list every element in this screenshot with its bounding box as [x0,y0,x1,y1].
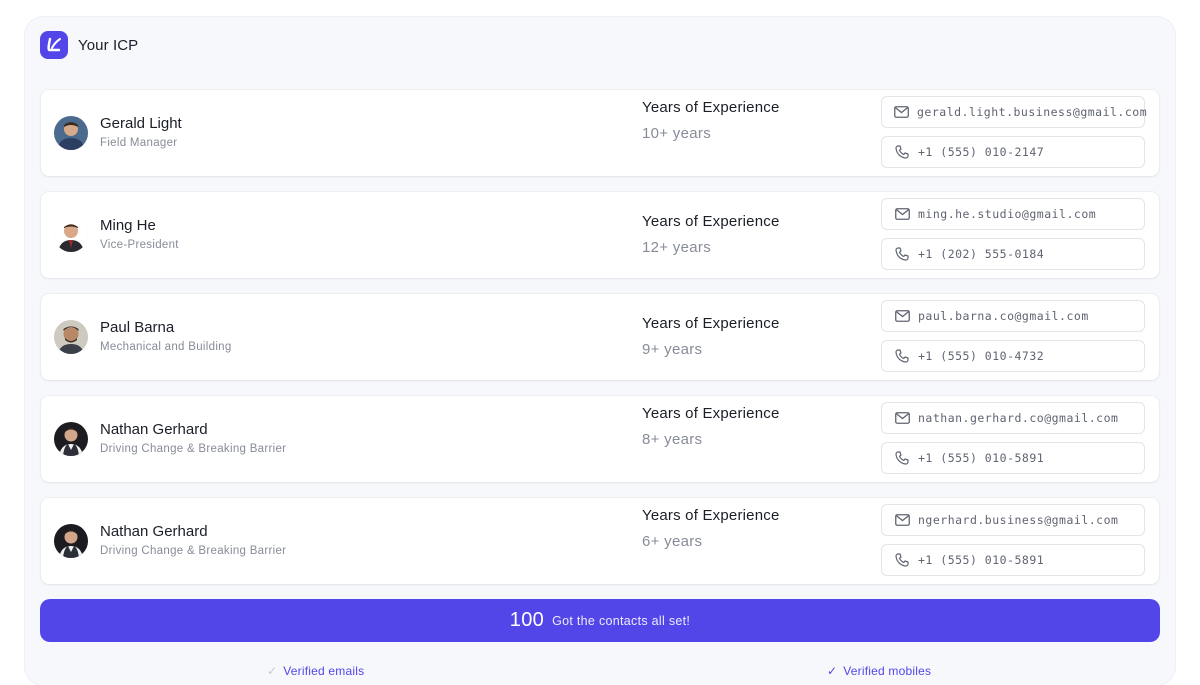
contact-role: Driving Change & Breaking Barrier [100,545,287,557]
phone-text: +1 (555) 010-5891 [918,553,1045,567]
phone-field[interactable]: +1 (555) 010-4732 [881,340,1145,372]
cta-label: Got the contacts all set! [552,613,691,628]
contact-name: Gerald Light [100,115,182,132]
contact-card[interactable]: Ming He Vice-President Years of Experien… [41,192,1159,278]
brand-logo-icon [40,31,68,59]
verified-mobiles-indicator: ✓ Verified mobiles [827,664,931,678]
phone-icon [894,552,910,568]
email-field[interactable]: paul.barna.co@gmail.com [881,300,1145,332]
contact-name: Nathan Gerhard [100,421,208,438]
avatar [54,116,88,150]
phone-field[interactable]: +1 (555) 010-5891 [881,442,1145,474]
experience-value: 12+ years [642,239,711,256]
contact-name: Nathan Gerhard [100,523,208,540]
avatar [54,524,88,558]
phone-icon [894,450,910,466]
phone-text: +1 (555) 010-2147 [918,145,1045,159]
contact-role: Driving Change & Breaking Barrier [100,443,287,455]
contact-card[interactable]: Nathan Gerhard Driving Change & Breaking… [41,396,1159,482]
experience-label: Years of Experience [642,405,780,422]
mail-icon [894,410,910,426]
verified-emails-indicator: ✓ Verified emails [267,664,364,678]
experience-value: 9+ years [642,341,703,358]
icp-panel: Your ICP Gerald Light Field Manager Year… [25,17,1175,685]
experience-label: Years of Experience [642,213,780,230]
email-field[interactable]: ming.he.studio@gmail.com [881,198,1145,230]
experience-value: 8+ years [642,431,703,448]
email-text: nathan.gerhard.co@gmail.com [918,411,1119,425]
email-field[interactable]: nathan.gerhard.co@gmail.com [881,402,1145,434]
avatar [54,422,88,456]
phone-field[interactable]: +1 (555) 010-5891 [881,544,1145,576]
contact-card[interactable]: Nathan Gerhard Driving Change & Breaking… [41,498,1159,584]
contact-name: Paul Barna [100,319,175,336]
mail-icon [894,512,910,528]
experience-label: Years of Experience [642,315,780,332]
experience-label: Years of Experience [642,99,780,116]
phone-icon [894,348,910,364]
experience-label: Years of Experience [642,507,780,524]
avatar [54,218,88,252]
email-field[interactable]: ngerhard.business@gmail.com [881,504,1145,536]
mail-icon [894,104,909,120]
verified-mobiles-label: Verified mobiles [843,664,932,678]
contact-role: Field Manager [100,137,178,149]
panel-header: Your ICP [40,31,138,59]
email-text: paul.barna.co@gmail.com [918,309,1089,323]
phone-field[interactable]: +1 (202) 555-0184 [881,238,1145,270]
mail-icon [894,206,910,222]
contact-card[interactable]: Paul Barna Mechanical and Building Years… [41,294,1159,380]
contact-card[interactable]: Gerald Light Field Manager Years of Expe… [41,90,1159,176]
phone-field[interactable]: +1 (555) 010-2147 [881,136,1145,168]
phone-icon [894,246,910,262]
phone-text: +1 (555) 010-4732 [918,349,1045,363]
email-text: gerald.light.business@gmail.com [917,105,1148,119]
phone-text: +1 (202) 555-0184 [918,247,1045,261]
avatar [54,320,88,354]
check-icon: ✓ [827,664,838,678]
contacts-ready-button[interactable]: 100 Got the contacts all set! [40,599,1160,642]
check-icon: ✓ [267,664,278,678]
contact-role: Vice-President [100,239,179,251]
experience-value: 10+ years [642,125,711,142]
contact-role: Mechanical and Building [100,341,232,353]
panel-title: Your ICP [78,36,139,54]
contact-name: Ming He [100,217,156,234]
phone-text: +1 (555) 010-5891 [918,451,1045,465]
email-field[interactable]: gerald.light.business@gmail.com [881,96,1148,128]
email-text: ngerhard.business@gmail.com [918,513,1119,527]
email-text: ming.he.studio@gmail.com [918,207,1097,221]
verified-emails-label: Verified emails [283,664,365,678]
mail-icon [894,308,910,324]
contact-count: 100 [509,609,545,631]
phone-icon [894,144,910,160]
experience-value: 6+ years [642,533,703,550]
